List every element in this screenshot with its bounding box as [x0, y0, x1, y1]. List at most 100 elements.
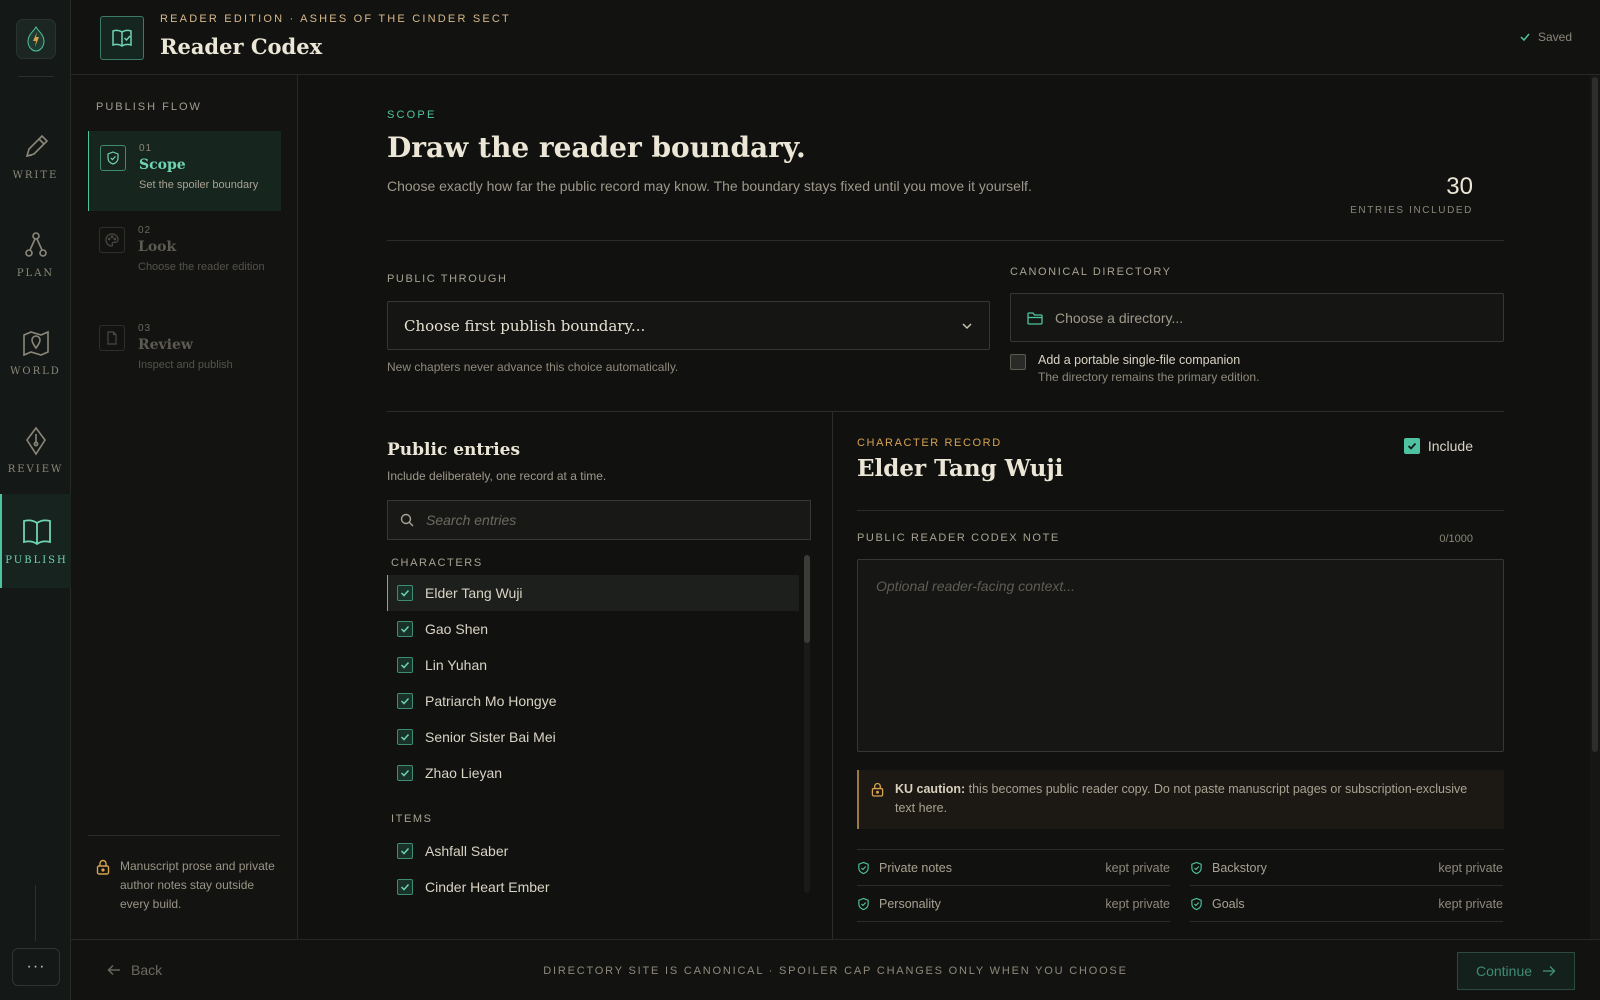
entries-count-label: ENTRIES INCLUDED — [1350, 205, 1473, 216]
entries-scrollbar[interactable] — [804, 555, 810, 893]
entry-label: Ashfall Saber — [425, 843, 509, 859]
rail-item-label: PUBLISH — [5, 554, 68, 566]
entry-checkbox[interactable] — [397, 621, 413, 637]
codex-note-textarea[interactable] — [857, 559, 1504, 752]
include-checkbox[interactable] — [1403, 438, 1420, 454]
search-icon — [400, 513, 414, 527]
entries-title: Public entries — [387, 440, 521, 460]
rail-item-label: WRITE — [12, 169, 59, 181]
check-icon — [1407, 442, 1417, 450]
entry-label: Zhao Lieyan — [425, 765, 503, 781]
lock-icon — [96, 859, 110, 875]
scrollbar-thumb[interactable] — [1592, 77, 1598, 752]
quill-nib-icon — [25, 426, 46, 455]
entries-subtitle: Include deliberately, one record at a ti… — [387, 469, 607, 483]
rail-item-write[interactable]: WRITE — [0, 116, 71, 196]
boundary-select-value: Choose first publish boundary... — [404, 316, 646, 335]
list-item[interactable]: Ashfall Saber — [387, 833, 799, 869]
entry-checkbox[interactable] — [397, 879, 413, 895]
entries-list: CHARACTERS Elder Tang Wuji Gao Shen Lin … — [387, 551, 799, 939]
scope-main: SCOPE Draw the reader boundary. Choose e… — [298, 75, 1590, 939]
shield-check-icon — [107, 151, 119, 165]
companion-option[interactable]: Add a portable single-file companion The… — [1010, 353, 1259, 384]
step-name: Look — [138, 239, 177, 255]
lock-icon — [871, 782, 884, 797]
check-icon — [400, 769, 410, 777]
section-divider — [387, 411, 1504, 412]
check-icon — [400, 883, 410, 891]
list-item[interactable]: Lin Yuhan — [387, 647, 799, 683]
rail-item-label: PLAN — [16, 267, 55, 279]
scrollbar-thumb[interactable] — [804, 555, 810, 643]
step-number: 03 — [138, 323, 152, 334]
private-field-status: kept private — [1105, 860, 1170, 875]
check-icon — [400, 661, 410, 669]
private-field-row: Private notes kept private — [857, 850, 1170, 886]
main-scrollbar[interactable] — [1590, 75, 1600, 939]
map-pin-icon — [22, 330, 49, 356]
record-divider — [857, 510, 1504, 511]
check-icon — [400, 589, 410, 597]
save-status-label: Saved — [1537, 30, 1572, 44]
flow-divider — [88, 835, 280, 836]
step-scope[interactable]: 01 Scope Set the spoiler boundary — [88, 131, 281, 211]
entry-checkbox[interactable] — [397, 693, 413, 709]
shield-check-icon — [1191, 897, 1202, 910]
entry-checkbox[interactable] — [397, 765, 413, 781]
flow-title: PUBLISH FLOW — [96, 101, 202, 113]
private-field-status: kept private — [1438, 860, 1503, 875]
ku-caution-banner: KU caution: this becomes public reader c… — [857, 770, 1504, 829]
entry-checkbox[interactable] — [397, 843, 413, 859]
record-name: Elder Tang Wuji — [857, 455, 1064, 482]
entry-checkbox[interactable] — [397, 729, 413, 745]
check-icon — [400, 733, 410, 741]
more-menu-button[interactable]: ··· — [12, 948, 60, 986]
private-field-row: Goals kept private — [1190, 886, 1503, 922]
rail-item-label: REVIEW — [7, 463, 64, 475]
entries-search[interactable] — [387, 500, 811, 540]
panel-divider — [832, 412, 833, 939]
list-item[interactable]: Cinder Heart Ember — [387, 869, 799, 905]
entry-checkbox[interactable] — [397, 657, 413, 673]
publish-flow-sidebar: PUBLISH FLOW 01 Scope Set the spoiler bo… — [71, 75, 298, 939]
rail-item-publish[interactable]: PUBLISH — [0, 494, 71, 588]
list-item[interactable]: Patriarch Mo Hongye — [387, 683, 799, 719]
list-item[interactable]: Zhao Lieyan — [387, 755, 799, 791]
record-type: CHARACTER RECORD — [857, 437, 1002, 449]
step-look[interactable]: 02 Look Choose the reader edition — [88, 213, 281, 303]
section-title: Draw the reader boundary. — [387, 131, 806, 164]
step-review[interactable]: 03 Review Inspect and publish — [88, 311, 281, 391]
group-label-characters: CHARACTERS — [391, 557, 483, 569]
entry-checkbox[interactable] — [397, 585, 413, 601]
boundary-select[interactable]: Choose first publish boundary... — [387, 301, 990, 350]
section-divider — [387, 240, 1504, 241]
list-item[interactable]: Senior Sister Bai Mei — [387, 719, 799, 755]
entries-count: 30 ENTRIES INCLUDED — [1350, 173, 1473, 216]
directory-input[interactable] — [1055, 309, 1475, 326]
entry-label: Gao Shen — [425, 621, 489, 637]
rail-item-world[interactable]: WORLD — [0, 312, 71, 392]
list-item[interactable]: Gao Shen — [387, 611, 799, 647]
companion-checkbox[interactable] — [1010, 354, 1026, 370]
step-number: 02 — [138, 225, 152, 236]
document-icon — [107, 331, 117, 345]
note-label: PUBLIC READER CODEX NOTE — [857, 532, 1060, 544]
entry-label: Cinder Heart Ember — [425, 879, 550, 895]
rail-item-review[interactable]: REVIEW — [0, 410, 71, 490]
rail-item-plan[interactable]: PLAN — [0, 214, 71, 294]
include-toggle[interactable]: Include — [1403, 438, 1473, 454]
continue-button[interactable]: Continue — [1457, 952, 1575, 990]
check-icon — [400, 847, 410, 855]
section-description: Choose exactly how far the public record… — [387, 178, 1032, 194]
directory-label: CANONICAL DIRECTORY — [1010, 266, 1172, 278]
entries-count-value: 30 — [1446, 173, 1473, 200]
directory-picker[interactable] — [1010, 293, 1504, 342]
entry-label: Elder Tang Wuji — [425, 585, 523, 601]
step-icon-box — [99, 325, 125, 351]
list-item[interactable]: Elder Tang Wuji — [387, 575, 799, 611]
private-fields: Private notes kept private Backstory kep… — [857, 850, 1504, 922]
boundary-helper: New chapters never advance this choice a… — [387, 360, 679, 374]
app-header: READER EDITION · ASHES OF THE CINDER SEC… — [71, 0, 1600, 75]
app-logo[interactable] — [16, 19, 56, 59]
search-input[interactable] — [426, 512, 786, 528]
